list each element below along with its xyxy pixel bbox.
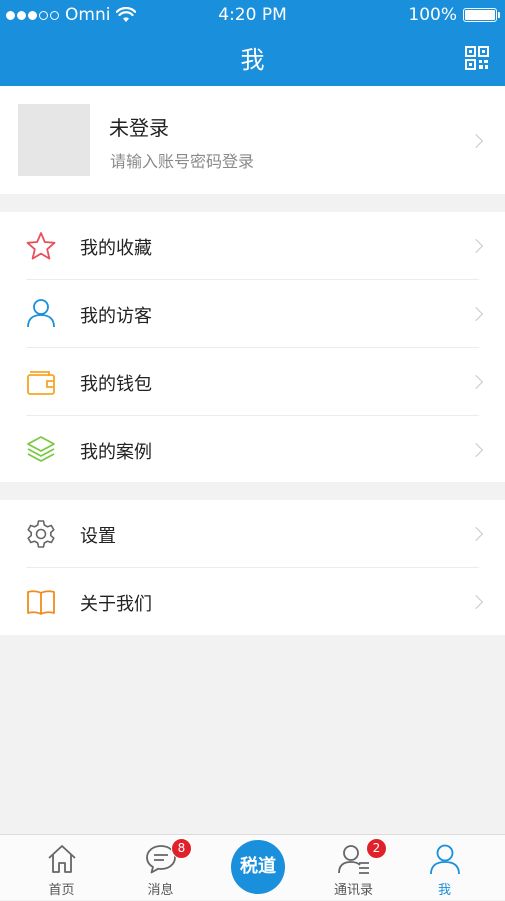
unread-badge: 8	[171, 838, 192, 859]
status-bar: Omni 4:20 PM 100%	[0, 0, 505, 30]
top-bar: Omni 4:20 PM 100% 我	[0, 0, 505, 86]
chevron-right-icon	[468, 526, 484, 542]
tab-contacts[interactable]: 通讯录 2	[303, 835, 404, 901]
menu-item-label: 我的收藏	[80, 238, 152, 259]
menu-item-favorites[interactable]: 我的收藏	[0, 212, 505, 279]
menu-item-label: 设置	[80, 526, 116, 547]
menu-item-label: 关于我们	[80, 594, 152, 615]
menu-item-label: 我的钱包	[80, 374, 152, 395]
tab-label: 我	[437, 883, 451, 898]
menu-item-visitors[interactable]: 我的访客	[0, 280, 505, 347]
battery-fill	[465, 10, 495, 20]
unread-badge: 2	[366, 838, 387, 859]
book-icon	[27, 590, 55, 615]
chevron-right-icon	[468, 133, 484, 149]
chevron-right-icon	[468, 594, 484, 610]
chevron-right-icon	[468, 442, 484, 458]
chevron-right-icon	[468, 238, 484, 254]
wallet-icon	[27, 371, 55, 395]
tab-me[interactable]: 我	[394, 835, 495, 901]
page-title: 我	[240, 46, 265, 74]
layers-icon	[27, 436, 55, 462]
center-logo-button[interactable]: 税道	[231, 840, 285, 894]
battery-percent: 100%	[408, 5, 457, 25]
battery-icon	[463, 8, 500, 22]
menu-item-label: 我的案例	[80, 442, 152, 463]
profile-login-hint: 请输入账号密码登录	[110, 152, 255, 171]
star-icon	[26, 232, 56, 260]
chevron-right-icon	[468, 374, 484, 390]
menu-item-wallet[interactable]: 我的钱包	[0, 348, 505, 415]
tab-home[interactable]: 首页	[11, 835, 112, 901]
profile-name: 未登录	[109, 116, 169, 140]
menu-item-about[interactable]: 关于我们	[0, 568, 505, 635]
menu-group-settings: 设置 关于我们	[0, 500, 505, 635]
contacts-icon	[337, 845, 369, 874]
tab-label: 首页	[48, 883, 75, 898]
person-icon	[27, 299, 55, 328]
menu-item-settings[interactable]: 设置	[0, 500, 505, 567]
person-icon	[429, 844, 460, 875]
profile-card[interactable]: 未登录 请输入账号密码登录	[0, 86, 505, 194]
status-right: 100%	[408, 5, 500, 25]
qr-code-icon[interactable]	[465, 46, 489, 70]
tab-messages[interactable]: 消息 8	[110, 835, 211, 901]
menu-item-label: 我的访客	[80, 306, 152, 327]
home-icon	[47, 845, 76, 873]
tab-label: 通讯录	[333, 883, 373, 898]
tab-label: 消息	[147, 883, 174, 898]
gear-icon	[27, 520, 55, 548]
chevron-right-icon	[468, 306, 484, 322]
menu-group-personal: 我的收藏 我的访客 我的钱包 我的案例	[0, 212, 505, 482]
menu-item-cases[interactable]: 我的案例	[0, 416, 505, 482]
avatar[interactable]	[18, 104, 90, 176]
